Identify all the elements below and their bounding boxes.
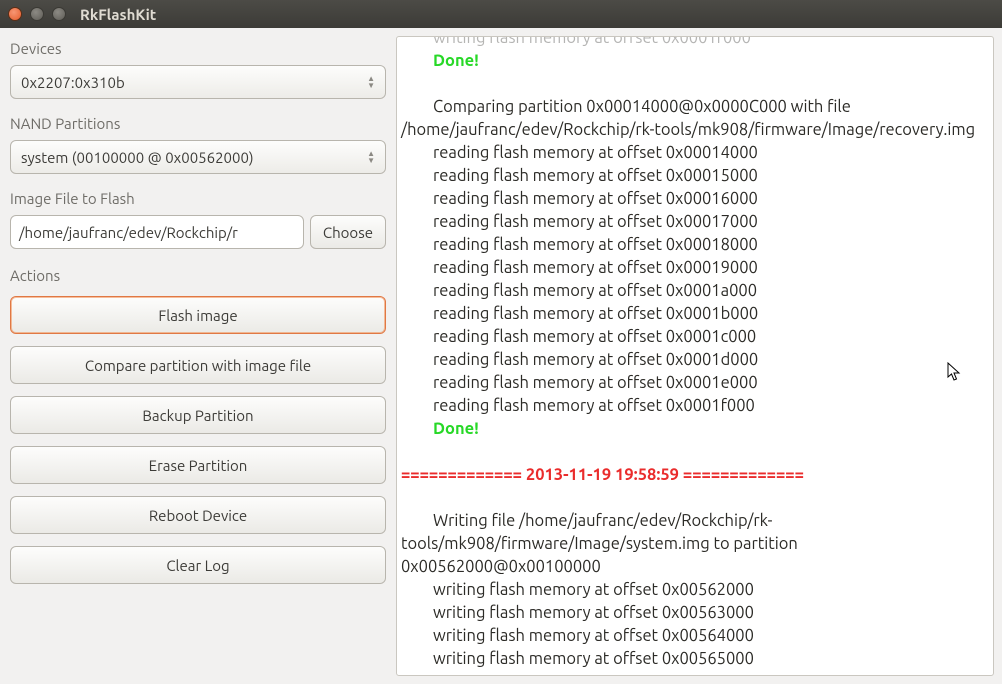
log-lines: writing flash memory at offset 0x0001f00… xyxy=(401,36,989,671)
window-title: RkFlashKit xyxy=(80,6,156,23)
erase-button[interactable]: Erase Partition xyxy=(10,446,386,484)
log-line: reading flash memory at offset 0x0001600… xyxy=(401,188,989,211)
log-blank xyxy=(401,73,989,96)
devices-label: Devices xyxy=(8,36,388,61)
log-divider: ============= 2013-11-19 19:58:59 ======… xyxy=(401,464,989,487)
close-icon[interactable] xyxy=(8,7,22,21)
combo-spin-icon: ▲▼ xyxy=(367,76,375,89)
titlebar: RkFlashKit xyxy=(0,0,1002,28)
log-line: reading flash memory at offset 0x0001400… xyxy=(401,142,989,165)
nand-label: NAND Partitions xyxy=(8,111,388,136)
image-file-input[interactable]: /home/jaufranc/edev/Rockchip/r xyxy=(10,215,304,249)
image-file-value: /home/jaufranc/edev/Rockchip/r xyxy=(19,224,238,241)
content: Devices 0x2207:0x310b ▲▼ NAND Partitions… xyxy=(0,28,1002,684)
reboot-button[interactable]: Reboot Device xyxy=(10,496,386,534)
log-line: reading flash memory at offset 0x0001a00… xyxy=(401,280,989,303)
log-line: reading flash memory at offset 0x0001800… xyxy=(401,234,989,257)
log-line: writing flash memory at offset 0x0056200… xyxy=(401,579,989,602)
log-line: reading flash memory at offset 0x0001f00… xyxy=(401,395,989,418)
log-line: reading flash memory at offset 0x0001e00… xyxy=(401,372,989,395)
clear-log-button[interactable]: Clear Log xyxy=(10,546,386,584)
choose-button[interactable]: Choose xyxy=(310,215,386,249)
log-line: writing flash memory at offset 0x0001f00… xyxy=(401,36,989,50)
log-write-head: Writing file /home/jaufranc/edev/Rockchi… xyxy=(401,510,989,579)
log-line: writing flash memory at offset 0x0056300… xyxy=(401,602,989,625)
left-panel: Devices 0x2207:0x310b ▲▼ NAND Partitions… xyxy=(8,36,388,676)
compare-button[interactable]: Compare partition with image file xyxy=(10,346,386,384)
log-line: reading flash memory at offset 0x0001900… xyxy=(401,257,989,280)
log-done: Done! xyxy=(401,50,989,73)
image-file-row: /home/jaufranc/edev/Rockchip/r Choose xyxy=(10,215,386,249)
devices-selected: 0x2207:0x310b xyxy=(21,74,125,91)
minimize-icon[interactable] xyxy=(30,7,44,21)
log-line: writing flash memory at offset 0x0056400… xyxy=(401,625,989,648)
partitions-selected: system (00100000 @ 0x00562000) xyxy=(21,149,254,166)
log-line: reading flash memory at offset 0x0001b00… xyxy=(401,303,989,326)
log-blank xyxy=(401,487,989,510)
image-file-label: Image File to Flash xyxy=(8,186,388,211)
log-line: reading flash memory at offset 0x0001d00… xyxy=(401,349,989,372)
log-line: writing flash memory at offset 0x0056500… xyxy=(401,648,989,671)
devices-combo[interactable]: 0x2207:0x310b ▲▼ xyxy=(10,65,386,99)
log-line: reading flash memory at offset 0x0001c00… xyxy=(401,326,989,349)
log-blank xyxy=(401,441,989,464)
backup-button[interactable]: Backup Partition xyxy=(10,396,386,434)
log-line: reading flash memory at offset 0x0001500… xyxy=(401,165,989,188)
flash-image-button[interactable]: Flash image xyxy=(10,296,386,334)
log-compare-head: Comparing partition 0x00014000@0x0000C00… xyxy=(401,96,989,142)
combo-spin-icon: ▲▼ xyxy=(367,151,375,164)
right-panel: writing flash memory at offset 0x0001f00… xyxy=(396,36,994,676)
log-view[interactable]: writing flash memory at offset 0x0001f00… xyxy=(396,36,994,676)
maximize-icon[interactable] xyxy=(52,7,66,21)
partitions-combo[interactable]: system (00100000 @ 0x00562000) ▲▼ xyxy=(10,140,386,174)
actions-label: Actions xyxy=(8,263,388,288)
log-line: reading flash memory at offset 0x0001700… xyxy=(401,211,989,234)
log-done: Done! xyxy=(401,418,989,441)
